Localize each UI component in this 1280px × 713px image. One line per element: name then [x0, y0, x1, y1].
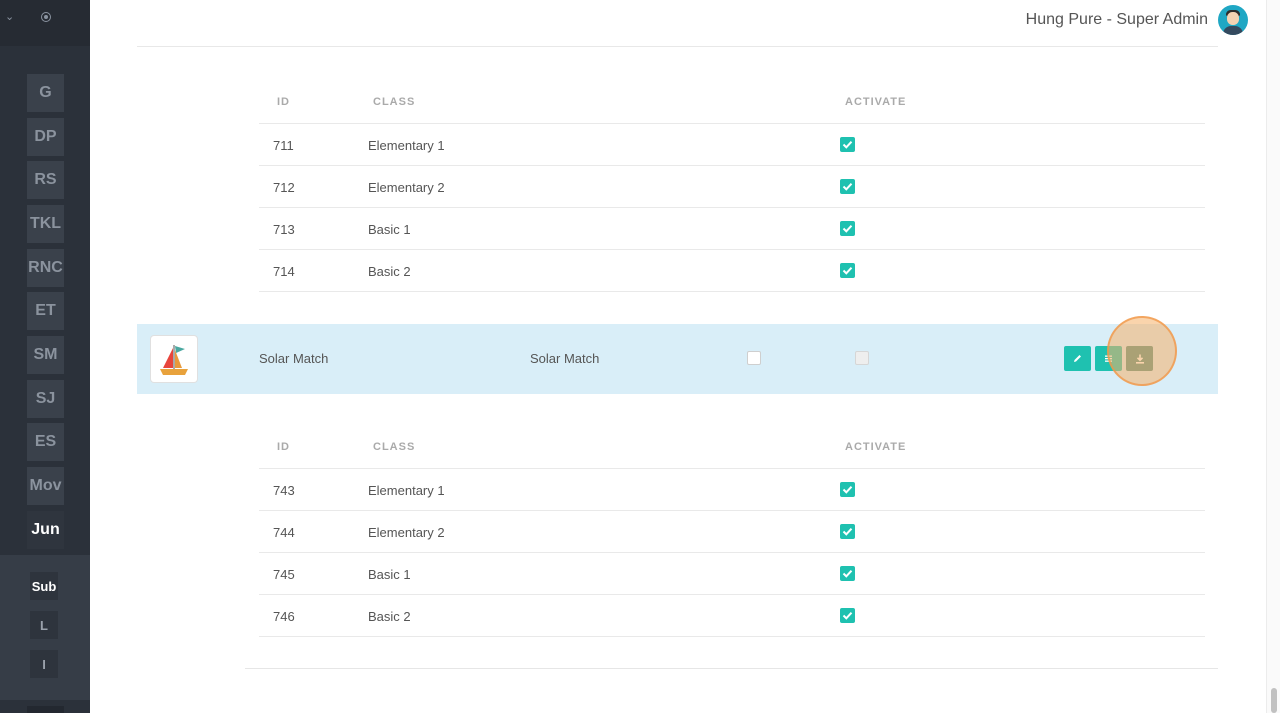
- sidebar-sub-section: Sub L I: [0, 555, 90, 700]
- row-class: Basic 1: [368, 567, 411, 582]
- sidebar-item-sj[interactable]: SJ: [27, 380, 64, 418]
- game-class-name: Solar Match: [530, 351, 600, 366]
- sidebar-sub-item-l[interactable]: L: [30, 611, 58, 639]
- game-name: Solar Match: [259, 351, 329, 366]
- table-row: 712 Elementary 2: [259, 166, 1205, 208]
- sidebar-item-rnc[interactable]: RNC: [27, 249, 64, 287]
- game-thumbnail: [151, 336, 197, 382]
- table-row: 744 Elementary 2: [259, 511, 1205, 553]
- table-row: 713 Basic 1: [259, 208, 1205, 250]
- sidebar-item-dp[interactable]: DP: [27, 118, 64, 156]
- sidebar-item-partial[interactable]: [27, 706, 64, 713]
- target-icon[interactable]: [41, 12, 51, 22]
- row-id: 714: [273, 264, 295, 279]
- row-class: Elementary 1: [368, 483, 445, 498]
- row-id: 712: [273, 180, 295, 195]
- column-header-id: ID: [277, 441, 290, 453]
- divider: [245, 668, 1218, 669]
- chevron-down-icon[interactable]: ⌄: [5, 10, 14, 23]
- class-table-lower: ID CLASS ACTIVATE 743 Elementary 1 744 E…: [259, 425, 1205, 637]
- sidebar-item-es[interactable]: ES: [27, 423, 64, 461]
- scrollbar-thumb[interactable]: [1271, 688, 1277, 713]
- activate-checkbox[interactable]: [840, 221, 855, 236]
- row-id: 744: [273, 525, 295, 540]
- column-header-activate: ACTIVATE: [845, 96, 907, 108]
- row-class: Elementary 1: [368, 138, 445, 153]
- activate-checkbox[interactable]: [840, 137, 855, 152]
- table-row: 743 Elementary 1: [259, 469, 1205, 511]
- sidebar-item-tkl[interactable]: TKL: [27, 205, 64, 243]
- table-row: 745 Basic 1: [259, 553, 1205, 595]
- vertical-scrollbar[interactable]: [1266, 0, 1280, 713]
- sidebar-item-g[interactable]: G: [27, 74, 64, 112]
- sidebar-item-rs[interactable]: RS: [27, 161, 64, 199]
- avatar[interactable]: [1218, 5, 1248, 35]
- row-class: Basic 2: [368, 609, 411, 624]
- column-header-class: CLASS: [373, 96, 416, 108]
- sidebar-sub-item-i[interactable]: I: [30, 650, 58, 678]
- activate-checkbox[interactable]: [840, 608, 855, 623]
- table-row: 714 Basic 2: [259, 250, 1205, 292]
- sidebar: ⌄ G DP RS TKL RNC ET SM SJ ES Mov Jun Su…: [0, 0, 90, 713]
- top-header: Hung Pure - Super Admin: [90, 0, 1266, 46]
- sidebar-item-mov[interactable]: Mov: [27, 467, 64, 505]
- row-id: 713: [273, 222, 295, 237]
- row-class: Basic 2: [368, 264, 411, 279]
- column-header-activate: ACTIVATE: [845, 441, 907, 453]
- row-id: 711: [273, 138, 294, 153]
- table-row: 746 Basic 2: [259, 595, 1205, 637]
- activate-checkbox[interactable]: [840, 524, 855, 539]
- row-class: Elementary 2: [368, 180, 445, 195]
- table-header-row: ID CLASS ACTIVATE: [259, 80, 1205, 124]
- click-indicator: [1107, 316, 1177, 386]
- game-checkbox-disabled: [855, 351, 869, 365]
- sidebar-item-jun[interactable]: Jun: [27, 511, 64, 549]
- sidebar-top: ⌄: [0, 0, 90, 46]
- table-row: 711 Elementary 1: [259, 124, 1205, 166]
- game-row[interactable]: Solar Match Solar Match: [137, 324, 1218, 394]
- activate-checkbox[interactable]: [840, 263, 855, 278]
- divider: [137, 46, 1218, 47]
- sidebar-sub-item-sub[interactable]: Sub: [30, 572, 58, 600]
- row-class: Basic 1: [368, 222, 411, 237]
- activate-checkbox[interactable]: [840, 179, 855, 194]
- sidebar-item-sm[interactable]: SM: [27, 336, 64, 374]
- activate-checkbox[interactable]: [840, 482, 855, 497]
- column-header-class: CLASS: [373, 441, 416, 453]
- table-header-row: ID CLASS ACTIVATE: [259, 425, 1205, 469]
- user-label[interactable]: Hung Pure - Super Admin: [1026, 11, 1208, 29]
- sailboat-icon: [160, 345, 188, 375]
- column-header-id: ID: [277, 96, 290, 108]
- row-class: Elementary 2: [368, 525, 445, 540]
- pencil-icon: [1074, 355, 1081, 362]
- sidebar-item-et[interactable]: ET: [27, 292, 64, 330]
- row-id: 746: [273, 609, 295, 624]
- game-checkbox[interactable]: [747, 351, 761, 365]
- row-id: 745: [273, 567, 295, 582]
- class-table-upper: ID CLASS ACTIVATE 711 Elementary 1 712 E…: [259, 80, 1205, 292]
- row-id: 743: [273, 483, 295, 498]
- activate-checkbox[interactable]: [840, 566, 855, 581]
- edit-button[interactable]: [1064, 346, 1091, 371]
